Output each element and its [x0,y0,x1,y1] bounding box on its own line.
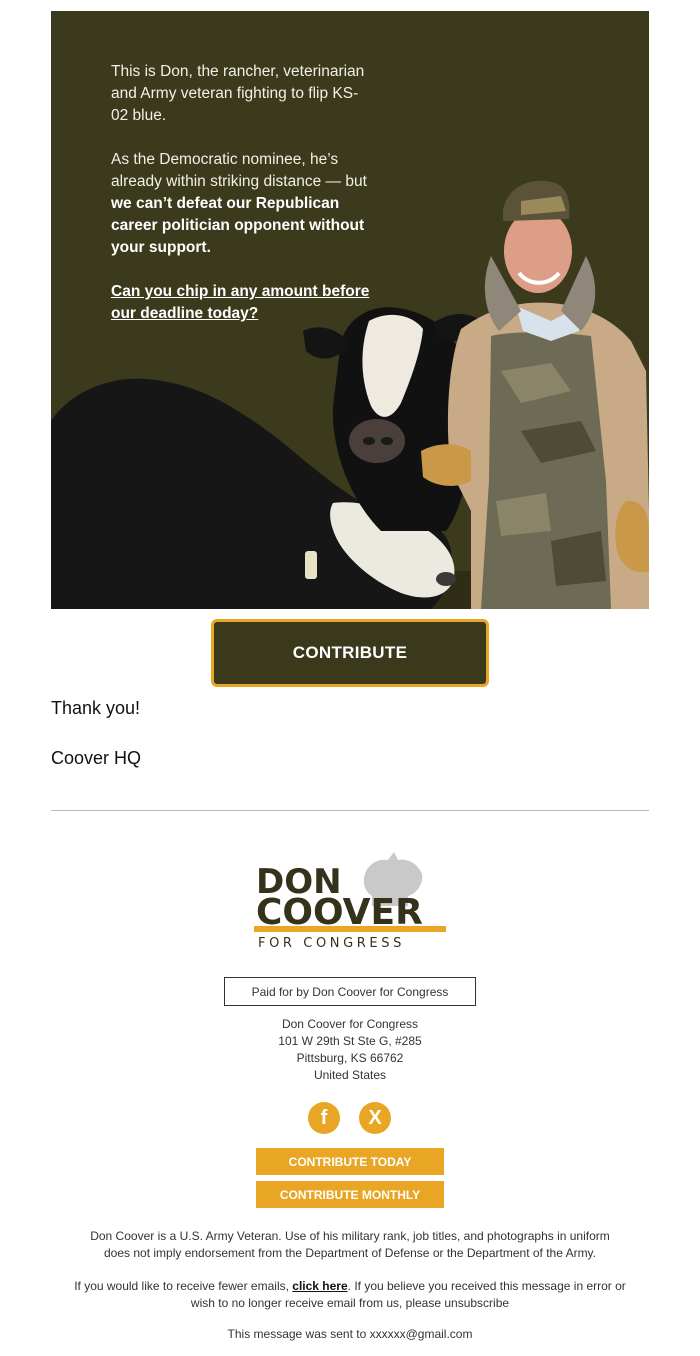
contribute-monthly-button[interactable]: CONTRIBUTE MONTHLY [256,1181,444,1208]
campaign-logo: DON COOVER FOR CONGRESS [250,848,450,956]
x-link[interactable]: X [359,1102,391,1134]
divider [51,810,649,811]
email-preferences: If you would like to receive fewer email… [70,1278,630,1312]
contribute-button[interactable]: CONTRIBUTE [211,619,489,687]
contribute-today-button[interactable]: CONTRIBUTE TODAY [256,1148,444,1175]
logo-accent-bar [254,926,446,932]
hero-copy: This is Don, the rancher, veterinarian a… [111,61,371,347]
mailing-address: Don Coover for Congress 101 W 29th St St… [200,1016,500,1084]
click-here-link[interactable]: click here [292,1279,347,1293]
hero-paragraph-2-start: As the Democratic nominee, he’s already … [111,151,367,190]
hero-banner[interactable]: This is Don, the rancher, veterinarian a… [51,11,649,609]
paid-for-disclaimer: Paid for by Don Coover for Congress [224,977,476,1006]
hero-paragraph-1: This is Don, the rancher, veterinarian a… [111,63,365,124]
facebook-icon: f [308,1102,340,1134]
signature: Coover HQ [51,748,142,768]
address-line: Don Coover for Congress [281,1017,419,1031]
hero-paragraph-2-bold: we can’t defeat our Republican career po… [111,195,365,256]
hero-paragraph-2: As the Democratic nominee, he’s already … [111,149,371,259]
address-line: 101 W 29th St Ste G, #285 [278,1034,422,1048]
address-line: Pittsburg, KS 66762 [296,1051,404,1065]
hero-chip-in-link[interactable]: Can you chip in any amount before our de… [111,283,369,322]
x-icon: X [359,1102,391,1134]
fewer-emails-text: If you would like to receive fewer email… [74,1279,293,1293]
military-disclaimer: Don Coover is a U.S. Army Veteran. Use o… [90,1229,610,1260]
sent-to-text: This message was sent to xxxxxx@gmail.co… [227,1327,473,1341]
address-line: United States [313,1068,387,1082]
facebook-link[interactable]: f [308,1102,340,1134]
thank-you-text: Thank you! [51,698,141,718]
logo-tagline: FOR CONGRESS [258,936,405,951]
